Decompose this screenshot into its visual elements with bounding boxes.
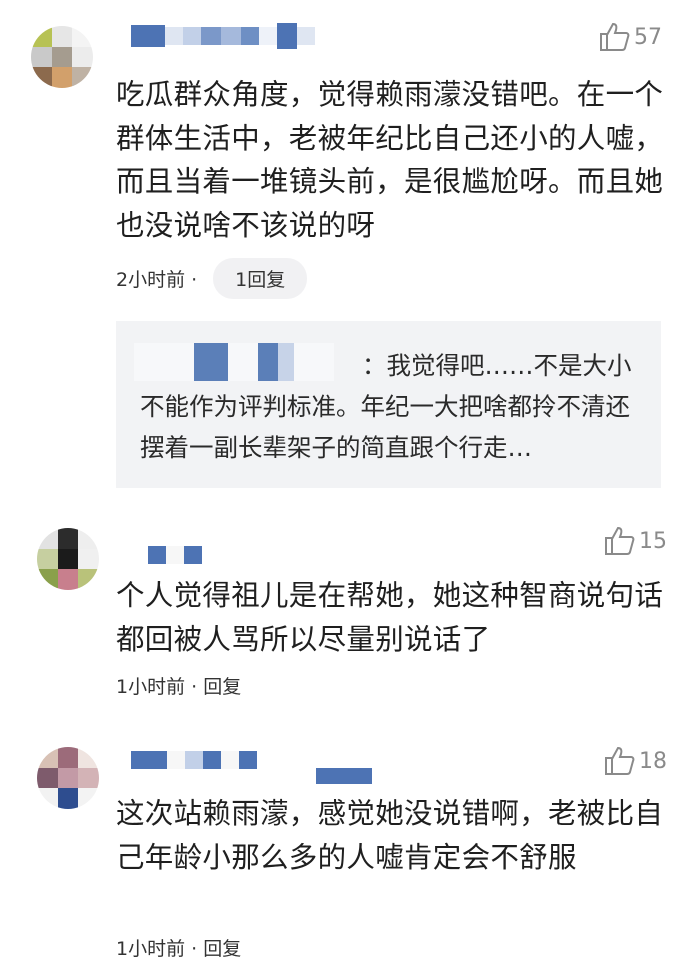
thumbs-up-icon [605, 746, 635, 775]
comment-meta: 1小时前 · 回复 [116, 934, 241, 961]
like-button[interactable]: 18 [603, 744, 667, 778]
avatar[interactable] [37, 528, 99, 590]
like-count: 18 [639, 748, 667, 774]
thumbs-up-icon [600, 22, 630, 51]
thumbs-up-icon [605, 526, 635, 555]
reply-count-button[interactable]: 1回复 [213, 258, 308, 299]
username-blurred[interactable] [131, 23, 315, 49]
username-blurred[interactable] [148, 544, 202, 566]
reply-preview-text: ：我觉得吧……不是大小不能作为评判标准。年纪一大把啥都拎不清还摆着一副长辈架子的… [140, 351, 632, 462]
comment-text: 个人觉得祖儿是在帮她，她这种智商说句话都回被人骂所以尽量别说话了 [116, 579, 664, 656]
avatar[interactable] [31, 26, 93, 88]
username-blurred-extra [316, 768, 372, 784]
timestamp-and-reply[interactable]: 1小时前 · 回复 [116, 934, 241, 961]
comment-meta: 2小时前 · 1回复 [116, 258, 308, 299]
comment-text: 吃瓜群众角度，觉得赖雨濛没错吧。在一个群体生活中，老被年纪比自己还小的人嘘，而且… [116, 78, 664, 242]
comment-item: 18 这次站赖雨濛，感觉她没说错啊，老被比自己年龄小那么多的人嘘肯定会不舒服 1… [0, 720, 695, 970]
comment-meta: 1小时前 · 回复 [116, 672, 241, 699]
timestamp: 2小时前 · [116, 269, 198, 291]
like-button[interactable]: 57 [598, 20, 662, 54]
username-blurred[interactable] [131, 749, 257, 771]
comment-item: 57 吃瓜群众角度，觉得赖雨濛没错吧。在一个群体生活中，老被年纪比自己还小的人嘘… [0, 0, 695, 500]
like-button[interactable]: 15 [603, 524, 667, 558]
timestamp-and-reply[interactable]: 1小时前 · 回复 [116, 672, 241, 699]
comment-text: 这次站赖雨濛，感觉她没说错啊，老被比自己年龄小那么多的人嘘肯定会不舒服 [116, 797, 664, 874]
like-count: 15 [639, 528, 667, 554]
reply-preview[interactable]: ：我觉得吧……不是大小不能作为评判标准。年纪一大把啥都拎不清还摆着一副长辈架子的… [116, 321, 661, 488]
like-count: 57 [634, 24, 662, 50]
comment-item: 15 个人觉得祖儿是在帮她，她这种智商说句话都回被人骂所以尽量别说话了 1小时前… [0, 500, 695, 720]
avatar[interactable] [37, 747, 99, 809]
